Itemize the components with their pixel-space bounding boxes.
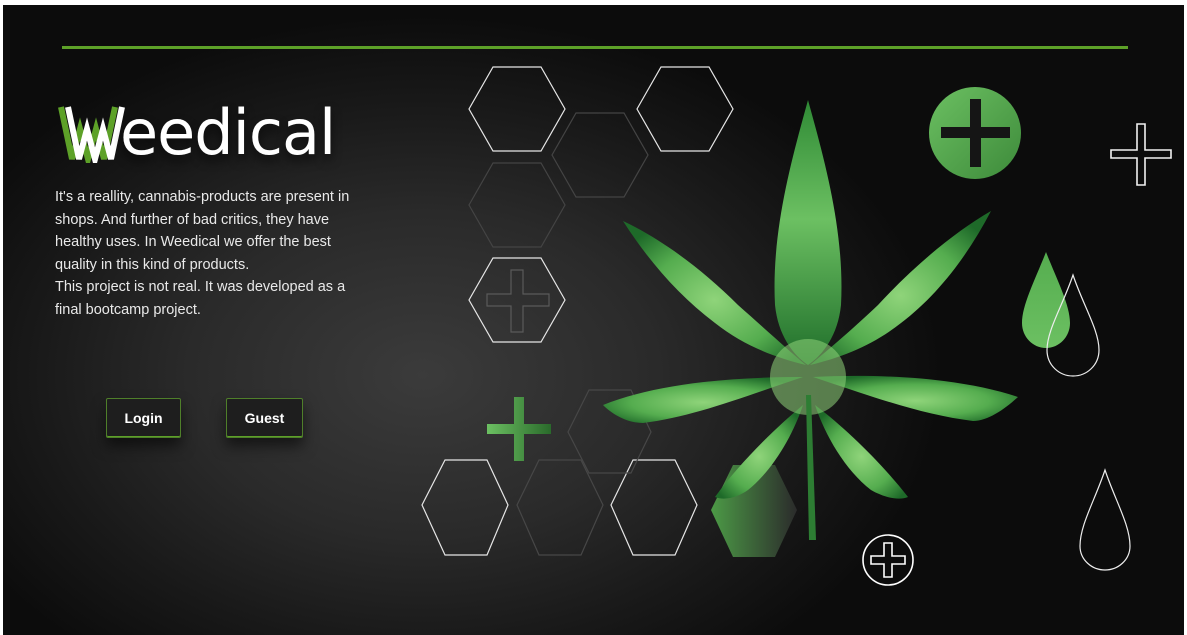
- plus-icon: [487, 397, 551, 461]
- hexagon-outline-icon: [468, 66, 734, 152]
- plus-outline-icon: [1110, 123, 1172, 186]
- hexagon-outline-icon: [421, 459, 698, 556]
- hexagon-faint-icon: [468, 112, 649, 248]
- drop-outline-icon: [1079, 468, 1131, 571]
- hexagon-plus-icon: [468, 257, 566, 343]
- circle-plus-icon: [929, 87, 1021, 179]
- decorative-artwork: [421, 66, 1172, 586]
- circle-plus-outline-icon: [862, 534, 914, 586]
- landing-page: eedical It's a reallity, cannabis-produc…: [3, 5, 1184, 635]
